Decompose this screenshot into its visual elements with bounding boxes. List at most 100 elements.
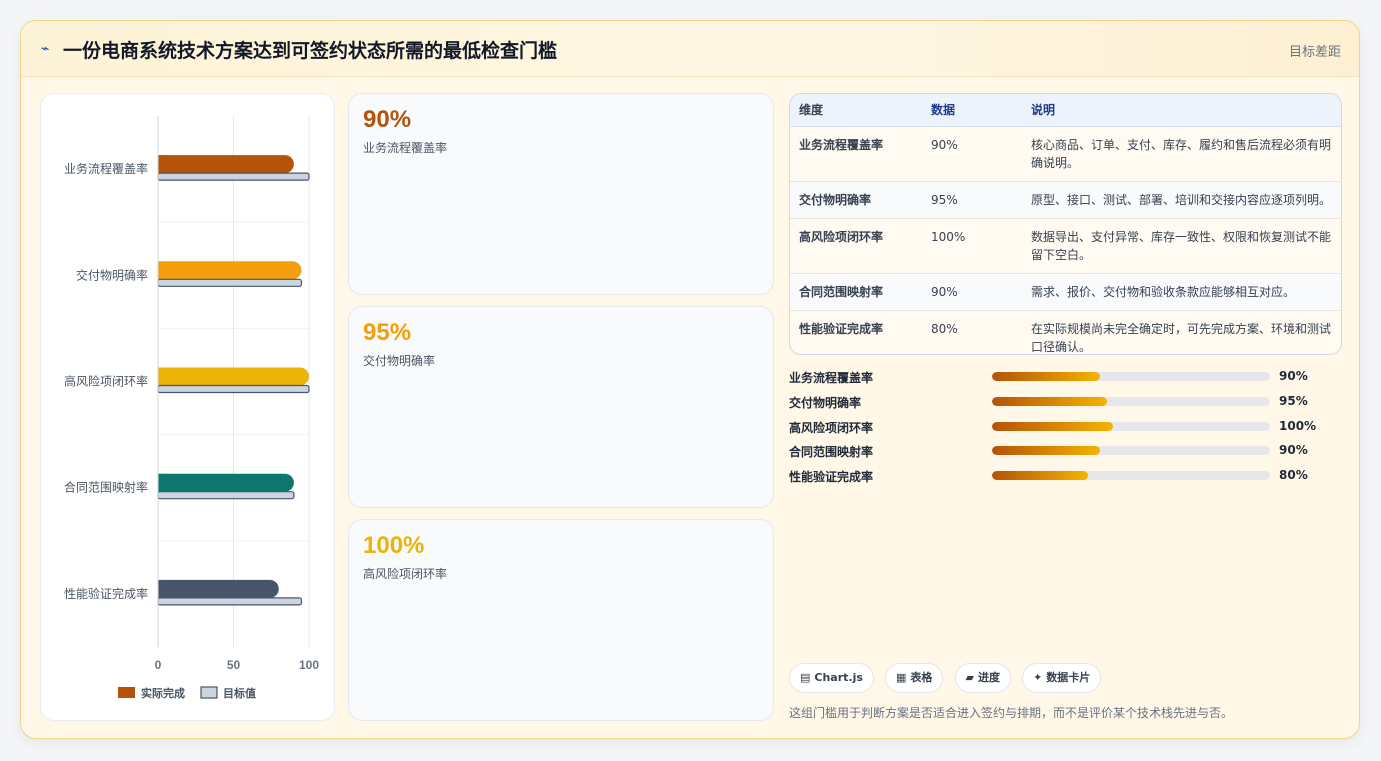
header-subtitle: 目标差距 — [1288, 45, 1341, 60]
bar-target — [157, 491, 295, 500]
chip-label: Chart.js — [814, 671, 863, 684]
progress-track — [992, 471, 1270, 481]
table-cell-value: 90% — [922, 273, 1022, 311]
progress-row: 合同范围映射率 90% — [789, 441, 1342, 466]
metric-value: 100% — [363, 532, 425, 559]
progress-label: 业务流程覆盖率 — [789, 371, 874, 385]
metric-label: 交付物明确率 — [363, 354, 436, 368]
progress-label: 高风险项闭环率 — [789, 420, 874, 435]
progress-fill — [992, 372, 1101, 381]
table-cell-description: 在实际规模尚未完全确定时，可先完成方案、环境和测试口径确认。 — [1031, 321, 1332, 354]
progress-track — [992, 372, 1270, 381]
table-row: 合同范围映射率 90% 需求、报价、交付物和验收条款应能够相互对应。 — [790, 273, 1341, 311]
table-cell-value: 100% — [922, 218, 1022, 274]
bar-actual — [158, 579, 279, 598]
bar-target — [157, 597, 303, 606]
y-tick-label: 合同范围映射率 — [64, 480, 148, 495]
table-cell-description: 核心商品、订单、支付、库存、履约和售后流程必须有明确说明。 — [1022, 126, 1341, 182]
data-table: 维度 数据 说明 业务流程覆盖率 90% 核心商品、订单、支付、库存、履约和售后… — [789, 93, 1342, 355]
table-cell-dimension: 交付物明确率 — [790, 181, 922, 219]
sparkle-icon: ✦ — [1033, 671, 1043, 684]
chip-chartjs[interactable]: ▤ Chart.js — [789, 663, 874, 693]
progress-track — [992, 446, 1270, 456]
bar-actual — [158, 367, 309, 386]
bar-actual — [158, 155, 294, 174]
table-cell-dimension: 高风险项闭环率 — [790, 218, 922, 274]
chip-label: 数据卡片 — [1046, 671, 1091, 684]
bar-actual-base — [158, 261, 167, 280]
table-header-row: 维度 数据 说明 — [790, 94, 1341, 127]
y-tick-label: 业务流程覆盖率 — [64, 161, 148, 176]
metric-card: 95% 交付物明确率 — [348, 306, 774, 508]
page-title: 一份电商系统技术方案达到可签约状态所需的最低检查门槛 — [63, 40, 558, 62]
chart-icon: ▤ — [800, 671, 811, 684]
metric-label: 高风险项闭环率 — [363, 567, 448, 581]
lightning-icon: ⌁ — [41, 41, 50, 57]
progress-value: 95% — [1279, 393, 1308, 408]
table-cell-description: 原型、接口、测试、部署、培训和交接内容应逐项列明。 — [1022, 181, 1341, 219]
progress-row: 交付物明确率 95% — [789, 392, 1342, 417]
bar-actual — [158, 261, 302, 280]
bar-target — [157, 384, 310, 394]
table-cell-value: 95% — [922, 181, 1022, 219]
metric-label: 业务流程覆盖率 — [363, 141, 448, 155]
table-cell-value: 90% — [922, 126, 1022, 182]
bar-target — [157, 278, 303, 287]
legend-label: 实际完成 — [141, 686, 185, 700]
progress-value: 100% — [1279, 418, 1317, 433]
table-cell-value: 80% — [931, 321, 958, 336]
y-tick-label: 性能验证完成率 — [64, 586, 148, 601]
y-tick-label: 交付物明确率 — [76, 267, 148, 282]
progress-fill — [992, 421, 1113, 431]
progress-value: 80% — [1279, 468, 1308, 483]
chip-label: 进度 — [977, 671, 1000, 684]
column-header: 说明 — [1022, 94, 1341, 127]
bar-chart: 业务流程覆盖率交付物明确率高风险项闭环率合同范围映射率性能验证完成率 0 50 100… — [64, 116, 319, 700]
bar-target — [157, 172, 310, 181]
chip-label: 表格 — [910, 671, 933, 684]
metric-value: 90% — [363, 106, 412, 133]
dashboard-panel: ⌁ 一份电商系统技术方案达到可签约状态所需的最低检查门槛 目标差距 业务流程覆盖… — [20, 20, 1360, 739]
chip-progress[interactable]: ▰ 进度 — [954, 663, 1011, 693]
y-tick-label: 高风险项闭环率 — [64, 374, 148, 389]
x-tick-label: 100 — [299, 658, 319, 672]
progress-row: 业务流程覆盖率 90% — [789, 367, 1342, 392]
table-cell-dimension: 合同范围映射率 — [790, 273, 922, 311]
progress-label: 合同范围映射率 — [789, 445, 874, 460]
progress-row: 性能验证完成率 80% — [789, 466, 1342, 491]
bar-actual-base — [158, 367, 167, 386]
progress-fill — [992, 471, 1088, 481]
table-cell-description: 需求、报价、交付物和验收条款应能够相互对应。 — [1022, 273, 1341, 311]
progress-fill — [992, 446, 1101, 456]
table-row: 性能验证完成率 80% 在实际规模尚未完全确定时，可先完成方案、环境和测试口径确… — [790, 310, 1341, 354]
progress-label: 性能验证完成率 — [789, 470, 874, 485]
table-cell-dimension: 业务流程覆盖率 — [790, 126, 922, 182]
table-icon: ▦ — [896, 671, 907, 684]
table-cell-description: 数据导出、支付异常、库存一致性、权限和恢复测试不能留下空白。 — [1022, 218, 1341, 274]
column-header: 数据 — [922, 94, 1022, 127]
bar-actual-base — [158, 579, 167, 598]
panel-header: ⌁ 一份电商系统技术方案达到可签约状态所需的最低检查门槛 目标差距 — [21, 21, 1359, 77]
progress-fill — [992, 396, 1108, 406]
x-tick-label: 50 — [227, 658, 241, 672]
progress-row: 高风险项闭环率 100% — [789, 417, 1342, 442]
footnote: 这组门槛用于判断方案是否适合进入签约与排期，而不是评价某个技术栈先进与否。 — [789, 706, 1234, 720]
table-row: 高风险项闭环率 100% 数据导出、支付异常、库存一致性、权限和恢复测试不能留下… — [790, 218, 1341, 274]
chip-data-cards[interactable]: ✦ 数据卡片 — [1022, 663, 1102, 693]
bar-actual-base — [158, 473, 167, 492]
chip-table[interactable]: ▦ 表格 — [885, 663, 944, 693]
progress-list: 业务流程覆盖率 90% 交付物明确率 95% 高风险项闭环率 100% 合同范围映射率 90%… — [789, 367, 1342, 491]
legend-swatch-actual — [118, 687, 135, 698]
bar-actual-base — [158, 155, 167, 174]
progress-value: 90% — [1279, 369, 1308, 383]
table-cell-dimension: 性能验证完成率 — [799, 321, 884, 336]
metric-card: 100% 高风险项闭环率 — [348, 519, 774, 721]
progress-value: 90% — [1279, 443, 1308, 458]
progress-track — [992, 396, 1270, 406]
progress-track — [992, 421, 1270, 431]
metric-value: 95% — [363, 319, 412, 346]
tag-chips: ▤ Chart.js ▦ 表格 ▰ 进度 ✦ 数据卡片 — [789, 663, 1107, 693]
table-row: 交付物明确率 95% 原型、接口、测试、部署、培训和交接内容应逐项列明。 — [790, 181, 1341, 219]
bar-chart-card: 业务流程覆盖率 交付物明确率 高风险项闭环率 合同范围映射率 性能验证完成率 0 50 100… — [40, 93, 335, 721]
table-row: 业务流程覆盖率 90% 核心商品、订单、支付、库存、履约和售后流程必须有明确说明… — [790, 126, 1341, 182]
